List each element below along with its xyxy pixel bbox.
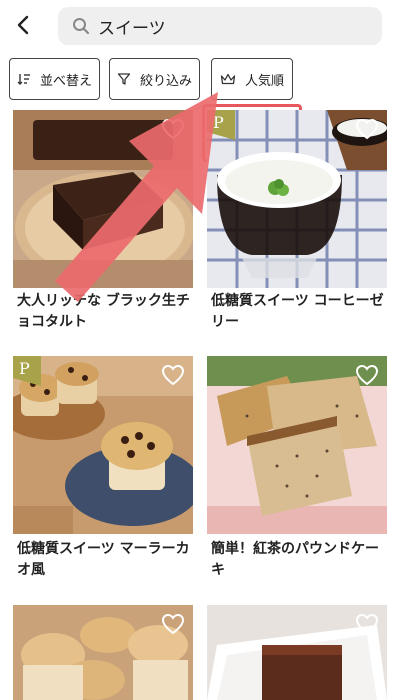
- search-query[interactable]: スイーツ: [98, 14, 166, 39]
- heart-icon[interactable]: [355, 613, 379, 635]
- header: スイーツ: [0, 0, 400, 52]
- recipe-title[interactable]: 簡単！紅茶のパウンドケーキ: [211, 539, 389, 581]
- search-icon: [66, 17, 96, 35]
- recipe-image: [13, 110, 193, 288]
- recipe-title[interactable]: 大人リッチな ブラック生チョコタルト: [17, 291, 195, 333]
- premium-badge-label: P: [213, 113, 224, 132]
- crown-icon: [220, 73, 236, 85]
- sort-button[interactable]: 並べ替え: [9, 58, 100, 100]
- back-chevron-icon: [17, 15, 29, 35]
- heart-icon[interactable]: [161, 364, 185, 386]
- sort-label: 並べ替え: [39, 73, 92, 89]
- recipe-image: P: [207, 110, 387, 288]
- narrow-down-button[interactable]: 絞り込み: [109, 58, 200, 100]
- search-bar[interactable]: スイーツ: [58, 7, 382, 45]
- heart-icon[interactable]: [161, 118, 185, 140]
- recipe-card[interactable]: 大人リッチな ブラック生チョコタルト: [13, 110, 193, 330]
- heart-icon[interactable]: [355, 364, 379, 386]
- sort-icon: [17, 72, 31, 86]
- recipe-title[interactable]: 低糖質スイーツ マーラーカオ風: [17, 539, 195, 581]
- recipe-image: [207, 605, 387, 700]
- premium-badge-label: P: [19, 359, 30, 378]
- filter-funnel-icon: [117, 72, 131, 86]
- back-button[interactable]: [8, 10, 38, 40]
- recipe-image: P: [13, 356, 193, 534]
- heart-icon[interactable]: [355, 118, 379, 140]
- filter-bar: 並べ替え 絞り込み 人気順: [0, 56, 400, 162]
- narrow-down-label: 絞り込み: [139, 73, 192, 89]
- popular-order-button[interactable]: 人気順: [211, 58, 293, 100]
- pointer-arrow: [55, 92, 218, 302]
- heart-icon[interactable]: [161, 613, 185, 635]
- recipe-image: [207, 356, 387, 534]
- popular-order-label: 人気順: [244, 73, 284, 89]
- recipe-image: [13, 605, 193, 700]
- recipe-title[interactable]: 低糖質スイーツ コーヒーゼリー: [211, 291, 389, 333]
